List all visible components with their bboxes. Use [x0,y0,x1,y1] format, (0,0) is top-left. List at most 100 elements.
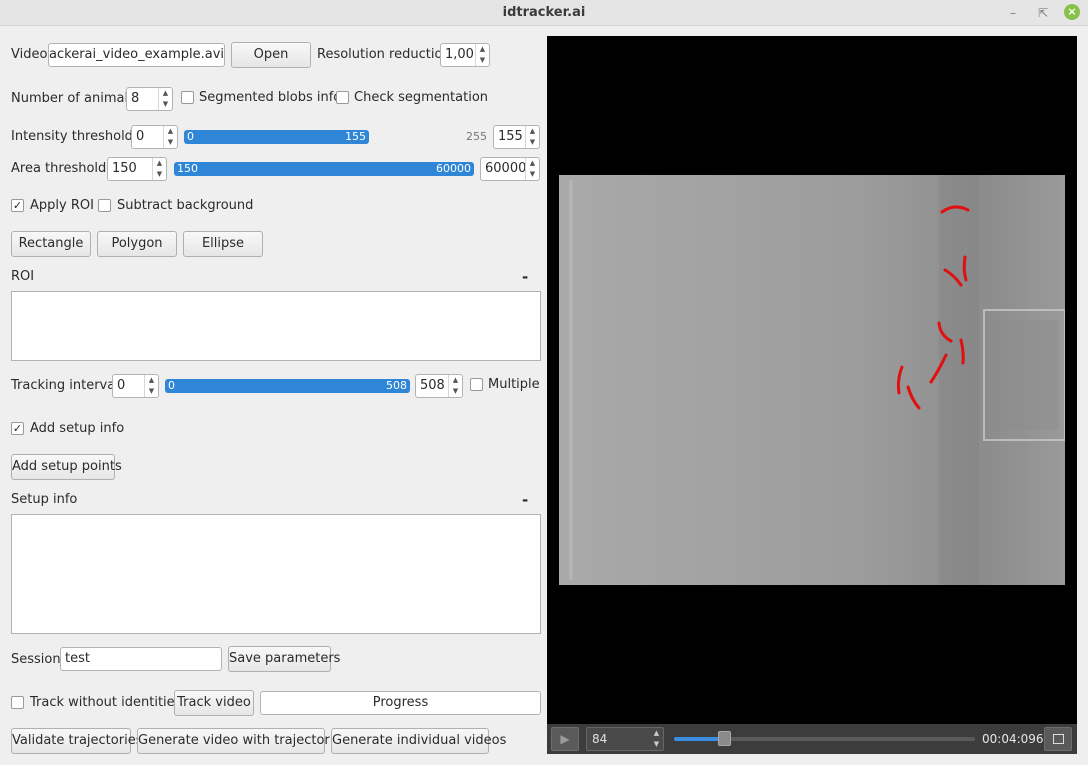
multiple-label: Multiple [488,377,540,392]
progress-label: Progress [372,695,429,710]
intensity-max-scale: 255 [466,130,487,143]
number-of-animals-value: 8 [131,91,140,106]
open-button[interactable]: Open [231,42,311,68]
segmented-blobs-checkbox[interactable] [181,91,194,104]
video-frame [559,175,1065,585]
apply-roi-label: Apply ROI [30,198,94,213]
spin-up-icon[interactable]: ▲ [153,158,166,169]
track-video-button[interactable]: Track video [174,690,254,716]
timeline-handle[interactable] [718,731,731,746]
rectangle-button[interactable]: Rectangle [11,231,91,257]
intensity-range-slider[interactable]: 0 155 [184,130,369,144]
tracking-slider-low: 0 [168,379,175,392]
session-input[interactable]: test [60,647,222,671]
frame-spinbox[interactable]: 84 ▲ ▼ [586,727,664,751]
resolution-reduction-value: 1,00 [445,47,474,62]
area-thresholds-label: Area thresholds [11,161,114,176]
fullscreen-icon[interactable] [1044,727,1072,751]
spin-down-icon[interactable]: ▼ [145,386,158,397]
spin-up-icon[interactable]: ▲ [159,88,172,99]
area-range-slider[interactable]: 150 60000 [174,162,474,176]
spin-down-icon[interactable]: ▼ [650,739,663,750]
track-without-identities-checkbox[interactable] [11,696,24,709]
polygon-button[interactable]: Polygon [97,231,177,257]
multiple-checkbox[interactable] [470,378,483,391]
intensity-slider-high: 155 [345,130,366,143]
progress-bar: Progress [260,691,541,715]
video-file-input[interactable]: /idtrackerai_video_example.avi [48,43,225,67]
segmented-blobs-label: Segmented blobs info [199,90,342,105]
spin-up-icon[interactable]: ▲ [476,44,489,55]
spin-down-icon[interactable]: ▼ [164,137,177,148]
minimize-icon[interactable]: – [1004,4,1022,22]
generate-video-button[interactable]: Generate video with trajectories [137,728,348,754]
spin-down-icon[interactable]: ▼ [153,169,166,180]
video-file-value: /idtrackerai_video_example.avi [49,47,224,62]
tracking-range-slider[interactable]: 0 508 [165,379,410,393]
subtract-background-label: Subtract background [117,198,254,213]
intensity-max-spinbox[interactable]: 155 ▲ ▼ [493,125,540,149]
setup-info-section-label: Setup info [11,492,78,507]
maximize-icon[interactable]: ⇱ [1034,4,1052,22]
add-setup-info-checkbox[interactable]: ✓ [11,422,24,435]
add-setup-points-button[interactable]: Add setup points [11,454,122,480]
spin-up-icon[interactable]: ▲ [145,375,158,386]
area-min-value: 150 [112,161,137,176]
setup-info-remove-button[interactable]: - [522,490,528,510]
number-of-animals-spinbox[interactable]: 8 ▲ ▼ [126,87,173,111]
resolution-reduction-spinbox[interactable]: 1,00 ▲ ▼ [440,43,490,67]
check-segmentation-checkbox[interactable] [336,91,349,104]
timeline-progress [674,737,724,741]
save-parameters-button[interactable]: Save parameters [228,646,340,672]
video-frame-image [559,175,1065,585]
subtract-background-checkbox[interactable] [98,199,111,212]
roi-remove-button[interactable]: - [522,267,528,287]
roi-section-label: ROI [11,269,35,284]
check-segmentation-label: Check segmentation [354,90,489,105]
tracking-start-spinbox[interactable]: 0 ▲ ▼ [112,374,159,398]
video-label: Video [11,47,48,62]
intensity-thresholds-label: Intensity thresholds [11,129,140,144]
number-of-animals-label: Number of animals [11,91,135,106]
close-icon[interactable]: × [1064,4,1080,20]
roi-list[interactable] [11,291,541,361]
resolution-reduction-label: Resolution reduction [317,47,451,62]
validate-trajectories-button[interactable]: Validate trajectories [11,728,142,754]
ellipse-button[interactable]: Ellipse [183,231,263,257]
area-min-spinbox[interactable]: 150 ▲ ▼ [107,157,167,181]
frame-value: 84 [592,732,608,746]
spin-up-icon[interactable]: ▲ [164,126,177,137]
spin-down-icon[interactable]: ▼ [476,55,489,66]
spin-up-icon[interactable]: ▲ [449,375,462,386]
add-setup-info-label: Add setup info [30,421,125,436]
spin-up-icon[interactable]: ▲ [526,158,539,169]
spin-up-icon[interactable]: ▲ [650,728,663,739]
track-without-identities-label: Track without identities [30,695,182,710]
apply-roi-checkbox[interactable]: ✓ [11,199,24,212]
tracking-start-value: 0 [117,378,126,393]
intensity-slider-low: 0 [187,130,194,143]
tracking-end-spinbox[interactable]: 508 ▲ ▼ [415,374,463,398]
spin-down-icon[interactable]: ▼ [449,386,462,397]
setup-info-list[interactable] [11,514,541,634]
play-icon[interactable]: ▶ [551,727,579,751]
spin-up-icon[interactable]: ▲ [526,126,539,137]
time-display: 00:04:096 [982,732,1044,746]
tracking-interval-label: Tracking interval [11,378,119,393]
area-slider-high: 60000 [436,162,471,175]
intensity-max-value: 155 [498,129,523,144]
spin-down-icon[interactable]: ▼ [159,99,172,110]
area-max-value: 60000 [485,161,527,176]
tracking-slider-high: 508 [386,379,407,392]
tracking-end-value: 508 [420,378,445,393]
area-slider-low: 150 [177,162,198,175]
intensity-min-spinbox[interactable]: 0 ▲ ▼ [131,125,178,149]
generate-individual-videos-button[interactable]: Generate individual videos [331,728,506,754]
intensity-min-value: 0 [136,129,145,144]
spin-down-icon[interactable]: ▼ [526,137,539,148]
window-title: idtracker.ai [502,5,586,20]
spin-down-icon[interactable]: ▼ [526,169,539,180]
session-value: test [65,651,90,666]
area-max-spinbox[interactable]: 60000 ▲ ▼ [480,157,540,181]
session-label: Session [11,652,61,667]
